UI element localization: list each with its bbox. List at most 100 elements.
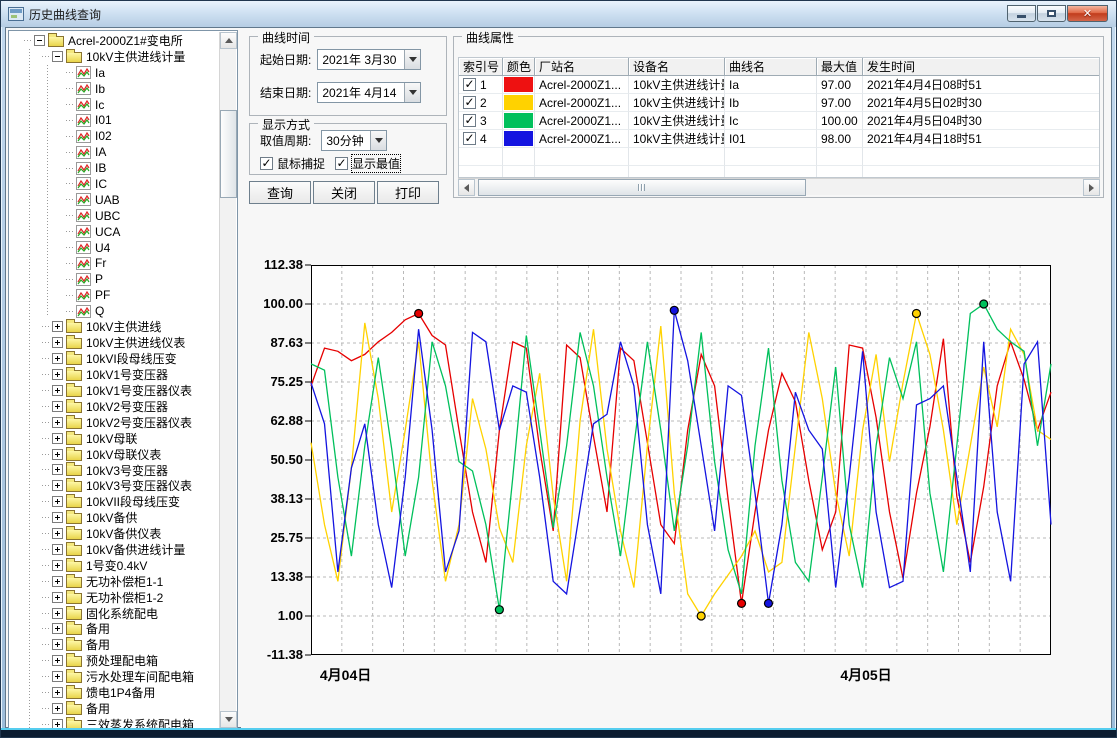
collapse-icon[interactable] bbox=[34, 35, 45, 46]
tree-item-curve[interactable]: PF bbox=[10, 287, 219, 303]
chevron-down-icon[interactable] bbox=[404, 83, 420, 102]
expand-icon[interactable] bbox=[52, 512, 63, 523]
tree-item-folder[interactable]: 10kVI段母线压变 bbox=[10, 351, 219, 367]
tree-item-folder[interactable]: 10kV2号变压器 bbox=[10, 398, 219, 414]
tree-item-curve[interactable]: I02 bbox=[10, 128, 219, 144]
query-button[interactable]: 查询 bbox=[249, 181, 311, 204]
tree-item-folder[interactable]: 10kV母联仪表 bbox=[10, 446, 219, 462]
tree-item-curve[interactable]: U4 bbox=[10, 240, 219, 256]
minimize-button[interactable] bbox=[1007, 5, 1036, 22]
end-date-combobox[interactable]: 2021年 4月14 bbox=[317, 82, 421, 103]
expand-icon[interactable] bbox=[52, 608, 63, 619]
column-header[interactable]: 颜色 bbox=[503, 58, 535, 76]
tree-item-folder[interactable]: 10kV备供 bbox=[10, 510, 219, 526]
expand-icon[interactable] bbox=[52, 449, 63, 460]
tree-item-folder[interactable]: 10kV主供进线 bbox=[10, 319, 219, 335]
tree-item-root[interactable]: Acrel-2000Z1#变电所 bbox=[10, 33, 219, 49]
expand-icon[interactable] bbox=[52, 480, 63, 491]
tree-item-folder[interactable]: 1号变0.4kV bbox=[10, 557, 219, 573]
table-row[interactable]: ✓4Acrel-2000Z1...10kV主供进线计量I0198.002021年… bbox=[459, 130, 1099, 148]
tree-item-folder[interactable]: 10kV备供仪表 bbox=[10, 526, 219, 542]
column-header[interactable]: 索引号 bbox=[459, 58, 503, 76]
table-row[interactable]: ✓3Acrel-2000Z1...10kV主供进线计量Ic100.002021年… bbox=[459, 112, 1099, 130]
expand-icon[interactable] bbox=[52, 592, 63, 603]
table-hscrollbar-thumb[interactable] bbox=[478, 179, 806, 196]
expand-icon[interactable] bbox=[52, 417, 63, 428]
tree-item-folder[interactable]: 10kV1号变压器仪表 bbox=[10, 383, 219, 399]
tree-item-folder[interactable]: 无功补偿柜1-2 bbox=[10, 589, 219, 605]
tree-item-folder[interactable]: 10kV主供进线仪表 bbox=[10, 335, 219, 351]
tree-item-curve[interactable]: Fr bbox=[10, 255, 219, 271]
show-extremes-checkbox[interactable]: ✓ bbox=[335, 157, 348, 170]
scroll-up-button[interactable] bbox=[220, 32, 237, 49]
expand-icon[interactable] bbox=[52, 353, 63, 364]
expand-icon[interactable] bbox=[52, 369, 63, 380]
chevron-down-icon[interactable] bbox=[370, 131, 386, 150]
tree-item-folder[interactable]: 10kVII段母线压变 bbox=[10, 494, 219, 510]
tree-item-folder[interactable]: 无功补偿柜1-1 bbox=[10, 573, 219, 589]
tree-item-folder[interactable]: 10kV1号变压器 bbox=[10, 367, 219, 383]
tree-item-folder[interactable]: 馈电1P4备用 bbox=[10, 685, 219, 701]
tree-item-folder[interactable]: 10kV3号变压器 bbox=[10, 462, 219, 478]
table-row[interactable]: ✓2Acrel-2000Z1...10kV主供进线计量Ib97.002021年4… bbox=[459, 94, 1099, 112]
tree-item-curve[interactable]: UBC bbox=[10, 208, 219, 224]
tree-item-curve[interactable]: Ia bbox=[10, 65, 219, 81]
column-header[interactable]: 发生时间 bbox=[863, 58, 1100, 76]
expand-icon[interactable] bbox=[52, 496, 63, 507]
tree-item-folder[interactable]: 10kV3号变压器仪表 bbox=[10, 478, 219, 494]
restore-button[interactable] bbox=[1037, 5, 1066, 22]
close-button[interactable]: ✕ bbox=[1067, 5, 1108, 22]
expand-icon[interactable] bbox=[52, 576, 63, 587]
row-checkbox[interactable]: ✓ bbox=[463, 114, 476, 127]
tree-item-curve[interactable]: UAB bbox=[10, 192, 219, 208]
expand-icon[interactable] bbox=[52, 544, 63, 555]
expand-icon[interactable] bbox=[52, 321, 63, 332]
column-header[interactable]: 设备名 bbox=[629, 58, 725, 76]
expand-icon[interactable] bbox=[52, 401, 63, 412]
scroll-down-button[interactable] bbox=[220, 711, 237, 728]
tree-item-folder[interactable]: 10kV备供进线计量 bbox=[10, 542, 219, 558]
table-row[interactable]: ✓1Acrel-2000Z1...10kV主供进线计量Ia97.002021年4… bbox=[459, 76, 1099, 94]
mouse-capture-label[interactable]: 鼠标捕捉 bbox=[277, 155, 325, 172]
expand-icon[interactable] bbox=[52, 464, 63, 475]
tree-scrollbar-thumb[interactable] bbox=[220, 110, 237, 198]
tree-item-curve[interactable]: Q bbox=[10, 303, 219, 319]
tree-item-curve[interactable]: P bbox=[10, 271, 219, 287]
expand-icon[interactable] bbox=[52, 655, 63, 666]
tree-item-folder[interactable]: 10kV母联 bbox=[10, 430, 219, 446]
tree-item-folder[interactable]: 固化系统配电 bbox=[10, 605, 219, 621]
tree-item-folder[interactable]: 污水处理车间配电箱 bbox=[10, 669, 219, 685]
expand-icon[interactable] bbox=[52, 639, 63, 650]
expand-icon[interactable] bbox=[52, 337, 63, 348]
column-header[interactable]: 曲线名 bbox=[725, 58, 817, 76]
start-date-combobox[interactable]: 2021年 3月30 bbox=[317, 49, 421, 70]
scroll-right-button[interactable] bbox=[1083, 179, 1100, 196]
collapse-icon[interactable] bbox=[52, 51, 63, 62]
column-header[interactable]: 最大值 bbox=[817, 58, 863, 76]
mouse-capture-checkbox[interactable]: ✓ bbox=[260, 157, 273, 170]
expand-icon[interactable] bbox=[52, 433, 63, 444]
tree-item-curve[interactable]: Ib bbox=[10, 81, 219, 97]
table-hscrollbar[interactable] bbox=[458, 178, 1100, 195]
tree-item-curve[interactable]: UCA bbox=[10, 224, 219, 240]
close-dialog-button[interactable]: 关闭 bbox=[313, 181, 375, 204]
expand-icon[interactable] bbox=[52, 560, 63, 571]
tree-item-group[interactable]: 10kV主供进线计量 bbox=[10, 49, 219, 65]
expand-icon[interactable] bbox=[52, 671, 63, 682]
print-button[interactable]: 打印 bbox=[377, 181, 439, 204]
row-checkbox[interactable]: ✓ bbox=[463, 132, 476, 145]
expand-icon[interactable] bbox=[52, 528, 63, 539]
scroll-left-button[interactable] bbox=[458, 179, 475, 196]
column-header[interactable]: 厂站名 bbox=[535, 58, 629, 76]
tree-item-folder[interactable]: 备用 bbox=[10, 637, 219, 653]
tree-item-folder[interactable]: 三效蒸发系统配电箱 bbox=[10, 716, 219, 728]
tree-item-curve[interactable]: IB bbox=[10, 160, 219, 176]
expand-icon[interactable] bbox=[52, 385, 63, 396]
tree-item-folder[interactable]: 备用 bbox=[10, 621, 219, 637]
tree-item-curve[interactable]: IA bbox=[10, 144, 219, 160]
tree-item-folder[interactable]: 10kV2号变压器仪表 bbox=[10, 414, 219, 430]
chevron-down-icon[interactable] bbox=[404, 50, 420, 69]
row-checkbox[interactable]: ✓ bbox=[463, 78, 476, 91]
tree-scrollbar[interactable] bbox=[219, 32, 236, 728]
tree-item-folder[interactable]: 预处理配电箱 bbox=[10, 653, 219, 669]
